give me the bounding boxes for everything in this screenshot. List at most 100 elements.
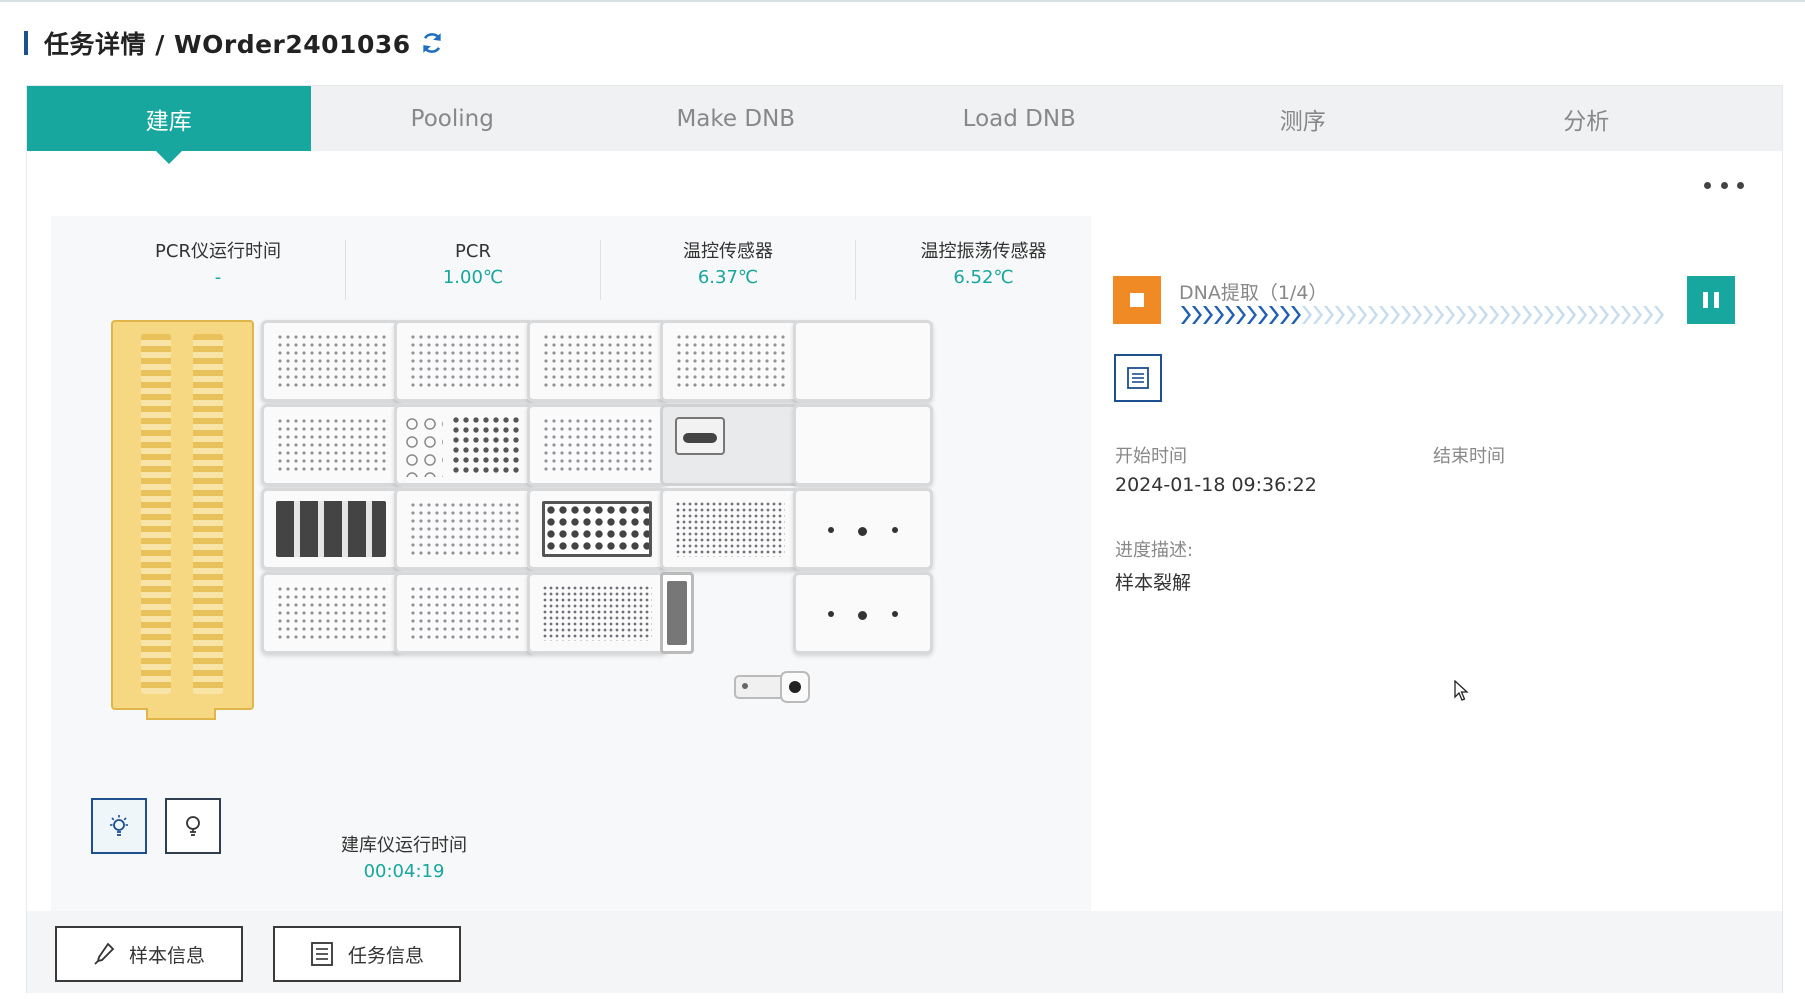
progress-chevron-pending — [1478, 306, 1488, 324]
progress-chevron-done — [1192, 306, 1202, 324]
tab-sequencing[interactable]: 测序 — [1161, 86, 1445, 151]
progress-chevron-pending — [1313, 306, 1323, 324]
progress-chevron-pending — [1357, 306, 1367, 324]
tab-analysis[interactable]: 分析 — [1445, 86, 1729, 151]
progress-chevron-pending — [1445, 306, 1455, 324]
page-header: 任务详情 / WOrder2401036 — [24, 26, 445, 60]
progress-chevron-pending — [1412, 306, 1422, 324]
plate-slot — [394, 488, 534, 570]
current-step-label: DNA提取（1/4） — [1179, 282, 1328, 304]
heater-shaker-module — [660, 404, 800, 486]
task-info-label: 任务信息 — [347, 944, 424, 967]
plate-slot — [261, 404, 401, 486]
progress-chevron-done — [1181, 306, 1191, 324]
progress-chevron-done — [1258, 306, 1268, 324]
light-off-button[interactable] — [165, 798, 221, 854]
sample-info-label: 样本信息 — [128, 944, 205, 967]
progress-chevron-done — [1236, 306, 1246, 324]
refresh-icon[interactable] — [419, 30, 445, 56]
end-time-label: 结束时间 — [1433, 446, 1505, 467]
sensor-pcr: PCR 1.00℃ — [346, 240, 601, 300]
header-accent-bar — [24, 31, 28, 55]
progress-desc-value: 样本裂解 — [1115, 572, 1192, 594]
page-title: 任务详情 / WOrder2401036 — [44, 30, 411, 59]
gripper-icon — [734, 671, 810, 703]
progress-chevron-done — [1247, 306, 1257, 324]
tab-library-prep[interactable]: 建库 — [27, 86, 311, 164]
progress-chevron-pending — [1533, 306, 1543, 324]
sensor-value: 1.00℃ — [442, 267, 504, 288]
document-icon — [1127, 367, 1149, 389]
plate-slot — [660, 320, 800, 402]
start-time-label: 开始时间 — [1115, 446, 1187, 467]
bulb-on-icon — [110, 815, 128, 836]
stop-button[interactable] — [1113, 276, 1161, 324]
tip-rack — [111, 320, 254, 710]
empty-slot — [793, 320, 933, 402]
instrument-deck — [111, 320, 1051, 820]
plate-slot — [527, 572, 667, 654]
sample-info-button[interactable]: 样本信息 — [55, 926, 243, 982]
deep-well-plate — [527, 488, 667, 570]
start-time-value: 2024-01-18 09:36:22 — [1115, 474, 1317, 496]
progress-chevron-pending — [1632, 306, 1642, 324]
top-divider — [0, 0, 1805, 2]
progress-chevron-pending — [1522, 306, 1532, 324]
tab-load-dnb[interactable]: Load DNB — [878, 86, 1162, 151]
stage-tabs: 建库 Pooling Make DNB Load DNB 测序 分析 — [27, 86, 1782, 164]
progress-chevron-pending — [1555, 306, 1565, 324]
progress-chevron-done — [1269, 306, 1279, 324]
progress-chevron-pending — [1544, 306, 1554, 324]
light-on-button[interactable] — [91, 798, 147, 854]
progress-chevron-pending — [1588, 306, 1598, 324]
more-options-icon[interactable] — [1704, 178, 1744, 192]
progress-chevron-pending — [1566, 306, 1576, 324]
plate-slot — [261, 320, 401, 402]
progress-chevron-pending — [1643, 306, 1653, 324]
progress-chevron-done — [1203, 306, 1213, 324]
document-icon — [311, 942, 333, 966]
sensor-label: 温控振荡传感器 — [920, 241, 1047, 262]
step-progress-bar — [1181, 306, 1664, 324]
progress-chevron-pending — [1390, 306, 1400, 324]
progress-chevron-pending — [1500, 306, 1510, 324]
mouse-cursor-icon — [1454, 680, 1469, 701]
mixed-tube-plate — [394, 404, 534, 486]
plate-slot — [660, 488, 800, 570]
task-info-button[interactable]: 任务信息 — [273, 926, 461, 982]
plate-slot — [527, 404, 667, 486]
runtime-value: 00:04:19 — [363, 861, 445, 882]
library-runtime: 建库仪运行时间 00:04:19 — [309, 834, 499, 884]
tab-pooling[interactable]: Pooling — [311, 86, 595, 151]
sensor-readouts: PCR仪运行时间 - PCR 1.00℃ 温控传感器 6.37℃ 温控振荡传感器… — [91, 240, 1111, 300]
sensor-value: 6.52℃ — [953, 267, 1014, 288]
progress-chevron-pending — [1511, 306, 1521, 324]
progress-chevron-pending — [1621, 306, 1631, 324]
sensor-label: 温控传感器 — [683, 241, 773, 262]
runtime-label: 建库仪运行时间 — [341, 835, 467, 856]
progress-chevron-pending — [1599, 306, 1609, 324]
empty-slot — [793, 404, 933, 486]
progress-chevron-pending — [1379, 306, 1389, 324]
progress-chevron-pending — [1434, 306, 1444, 324]
sensor-value: - — [214, 267, 222, 288]
pipette-icon — [94, 942, 115, 965]
progress-chevron-pending — [1654, 306, 1664, 324]
progress-chevron-pending — [1368, 306, 1378, 324]
progress-chevron-pending — [1489, 306, 1499, 324]
sensor-pcr-runtime: PCR仪运行时间 - — [91, 240, 346, 300]
bulb-off-icon — [186, 816, 200, 836]
progress-chevron-pending — [1456, 306, 1466, 324]
progress-chevron-pending — [1401, 306, 1411, 324]
pause-button[interactable] — [1687, 276, 1735, 324]
progress-chevron-done — [1291, 306, 1301, 324]
log-button[interactable] — [1114, 354, 1162, 402]
empty-slot — [793, 572, 933, 654]
progress-chevron-pending — [1335, 306, 1345, 324]
sensor-temp-control: 温控传感器 6.37℃ — [601, 240, 856, 300]
empty-slot — [793, 488, 933, 570]
plate-slot — [261, 572, 401, 654]
tab-make-dnb[interactable]: Make DNB — [594, 86, 878, 151]
progress-chevron-pending — [1610, 306, 1620, 324]
progress-chevron-done — [1280, 306, 1290, 324]
